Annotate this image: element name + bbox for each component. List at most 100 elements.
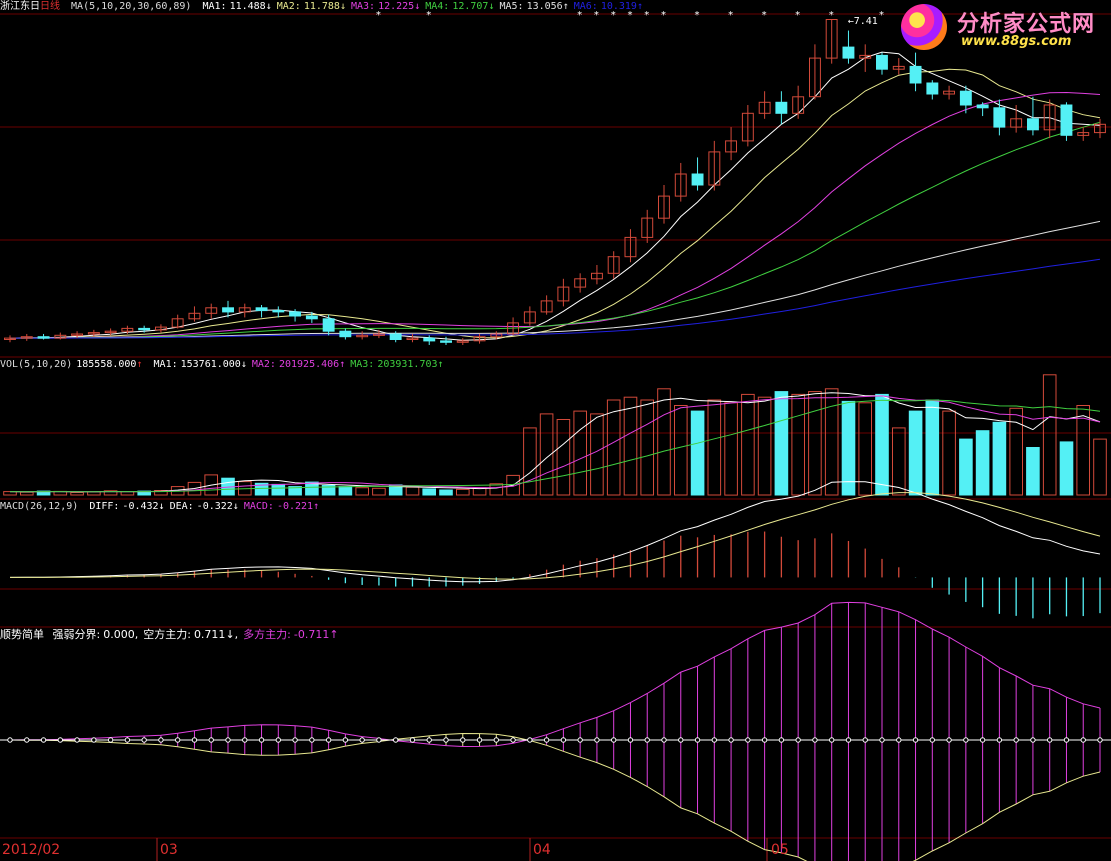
trend-indicator-label: 顺势简单 [0,628,44,641]
candle-body-18 [289,311,302,317]
ma-label-5: MA5: [499,1,524,12]
volume-bar-8 [120,491,135,496]
volume-bar-17 [271,483,286,496]
volume-bar-66 [1093,438,1107,496]
ma-value-3: 12.225 [378,1,415,12]
logo-url: www.88gs.com [961,34,1072,49]
trend-zero-dot-36 [594,737,600,743]
trend-zero-dot-56 [929,737,936,743]
trend-zero-dot-14 [225,737,231,743]
volume-panel-header: VOL(5,10,20) 185558.000↑ MA1: 153761.000↓ M… [0,358,454,372]
trend-value-1: 0.000 [103,628,135,641]
vol-ma-arrow-3: ↑ [437,359,444,370]
trend-zero-dot-31 [510,737,516,743]
ma-label-6: MA6: [573,1,598,12]
candle-body-9 [138,327,151,331]
ma-arrow-6: ↑ [636,1,643,12]
volume-bar-41 [674,405,688,496]
candle-body-42 [691,173,704,186]
trend-zero-dot-57 [946,737,952,743]
volume-bar-43 [707,399,722,496]
trend-zero-dot-4 [57,737,64,743]
macd-label-3: MACD: [243,501,274,512]
logo-ball-icon [901,4,947,50]
ma-value-1: 11.488 [229,1,266,12]
volume-bar-21 [338,486,353,496]
trend-zero-dot-22 [359,737,365,743]
volume-bar-39 [640,399,655,496]
trend-zero-dot-15 [242,737,248,743]
trend-label-1: 强弱分界: [52,628,101,641]
vol-ma-label-2: MA2: [251,359,276,370]
trend-zero-dot-59 [979,737,986,743]
volume-bar-48 [791,393,806,496]
trend-zero-dot-44 [728,737,734,743]
x-label-2012-02: 2012/02 [2,842,61,858]
price-panel-header: 浙江东日日线 MA(5,10,20,30,60,89) MA1: 11.488↓ M… [0,0,653,14]
macd-arrow-3: ↑ [313,501,320,512]
volume-bar-56 [925,399,940,496]
trend-zero-dot-1 [7,737,13,743]
candle-body-17 [272,310,285,313]
trend-zero-dot-12 [191,737,198,743]
trend-zero-dot-61 [1013,737,1019,743]
trend-zero-dot-62 [1030,737,1036,743]
trend-zero-dot-40 [661,737,667,743]
volume-bar-34 [556,419,571,496]
candle-body-19 [305,315,318,320]
candle-body-55 [909,65,922,84]
volume-bar-53 [875,393,889,496]
trend-zero-dot-18 [292,737,298,743]
high-price-marker: ←7.41 [848,16,878,27]
ma4-line [10,121,1101,339]
trend-zero-dot-33 [543,737,550,743]
macd-label-2: DEA: [169,501,194,512]
trend-zero-dot-55 [912,737,919,743]
candle-body-16 [255,307,268,312]
volume-bar-54 [892,427,906,496]
volume-bar-47 [774,391,789,496]
candle-body-24 [389,333,402,340]
volume-bar-6 [87,491,101,496]
vol-ma-arrow-2: ↑ [339,359,346,370]
trend-zero-dot-49 [812,737,818,743]
ma-value-5: 13.056 [526,1,563,12]
trend-zero-dot-28 [460,737,466,743]
ma-label-3: MA3: [350,1,376,12]
volume-value-arrow: ↑ [136,359,143,370]
trend-zero-dot-6 [91,737,97,743]
ma-arrow-2: ↓ [339,1,346,12]
candle-body-47 [775,101,788,114]
trend-zero-dot-19 [309,737,315,743]
volume-bar-59 [975,430,990,496]
trend-zero-dot-23 [376,737,382,743]
vol-ma-label-1: MA1: [153,359,178,370]
signal-star-9: * [695,10,700,21]
candle-body-3 [37,336,50,339]
trend-zero-dot-51 [845,737,852,743]
candle-body-56 [926,82,939,95]
vol-ma-label-3: MA3: [350,359,375,370]
volume-bar-42 [690,410,705,496]
ma6-line [10,258,1101,339]
ma-label-4: MA4: [425,1,450,12]
ma-value-4: 12.707 [452,1,489,12]
trend-zero-dot-39 [644,737,650,743]
volume-bar-35 [573,410,588,496]
trend-zero-dot-66 [1097,737,1103,743]
volume-bar-37 [606,399,621,496]
chart-canvas[interactable]: * * * * * * * * * * * * * *←7.41 [0,0,1111,861]
trend-zero-dot-63 [1046,737,1053,743]
macd-arrow-1: ↓ [158,501,165,512]
volume-bar-40 [657,388,671,496]
ma-arrow-1: ↓ [265,1,272,12]
trend-zero-dot-65 [1080,737,1086,743]
trend-zero-dot-8 [124,737,131,743]
trend-zero-dot-13 [208,737,214,743]
macd-value-3: -0.221 [276,501,314,512]
signal-star-8: * [661,10,666,21]
volume-bar-62 [1026,447,1040,496]
volume-bar-25 [405,486,420,496]
ma1-line [9,51,1101,341]
trend-zero-dot-52 [862,737,868,743]
